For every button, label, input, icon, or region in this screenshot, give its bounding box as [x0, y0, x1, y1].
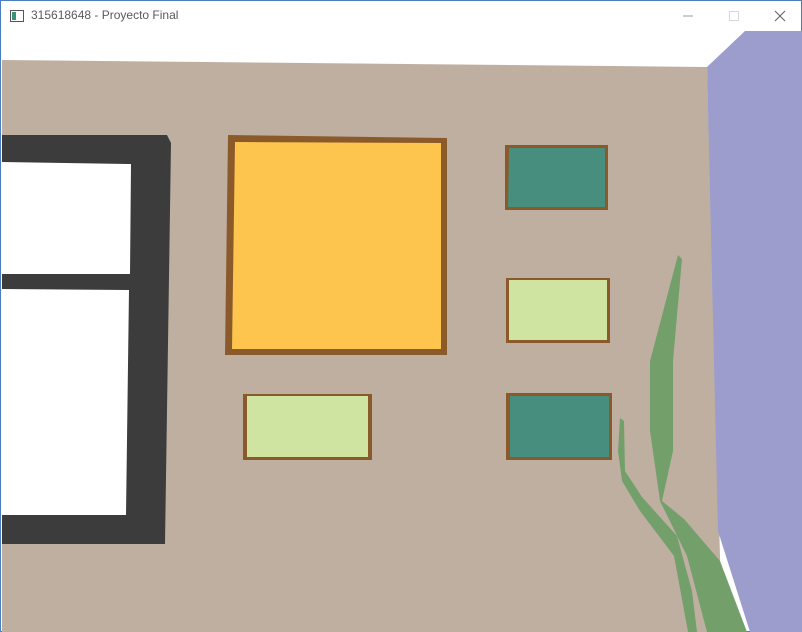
- lime-painting-bottom-fill: [247, 396, 368, 457]
- app-window-icon: [10, 10, 24, 22]
- lime-painting-middle: [509, 280, 607, 340]
- close-button[interactable]: [757, 1, 802, 31]
- orange-painting: [232, 142, 441, 349]
- minimize-button[interactable]: [665, 1, 711, 31]
- title-bar[interactable]: 315618648 - Proyecto Final: [1, 1, 801, 31]
- app-window: 315618648 - Proyecto Final: [0, 0, 802, 632]
- teal-painting-top: [508, 148, 605, 207]
- maximize-icon: [729, 11, 739, 21]
- close-icon: [774, 10, 786, 22]
- side-wall: [707, 31, 802, 632]
- teal-painting-bottom: [510, 396, 609, 457]
- window-pane-bottom: [2, 289, 129, 515]
- window-title: 315618648 - Proyecto Final: [31, 8, 179, 22]
- 3d-room-viewport[interactable]: [2, 31, 802, 632]
- maximize-button[interactable]: [711, 1, 757, 31]
- window-pane-top: [2, 162, 131, 274]
- minimize-icon: [683, 15, 693, 17]
